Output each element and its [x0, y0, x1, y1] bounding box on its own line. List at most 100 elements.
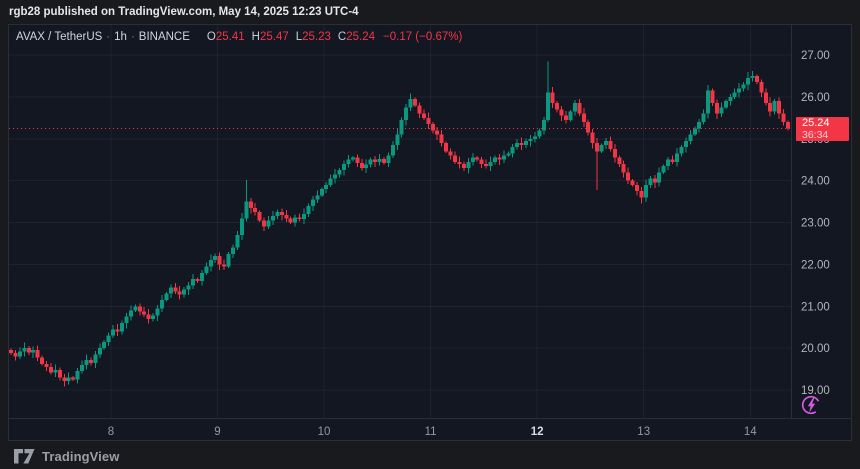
candle-body: [697, 122, 701, 128]
candle-body: [235, 235, 239, 248]
candle-body: [457, 162, 461, 164]
candle-body: [107, 336, 111, 342]
legend-low-value: 25.23: [302, 31, 331, 43]
candle-body: [577, 103, 581, 113]
candle-body: [644, 185, 648, 198]
candle-body: [204, 266, 208, 272]
candle-body: [391, 145, 395, 155]
time-axis[interactable]: 891011121314: [108, 426, 758, 438]
candle-body: [187, 285, 191, 289]
legend-change: −0.17 (−0.67%): [383, 31, 462, 43]
candle-body: [213, 256, 217, 260]
candle-body: [400, 120, 404, 135]
legend-exchange[interactable]: BINANCE: [139, 31, 190, 43]
candle-body: [116, 329, 120, 331]
tradingview-branding[interactable]: TradingView: [14, 444, 119, 469]
candle-body: [378, 159, 382, 162]
candle-body: [444, 143, 448, 151]
candle-body: [502, 156, 506, 160]
candle-body: [750, 76, 754, 78]
legend-high-value: 25.47: [260, 31, 289, 43]
candle-body: [315, 195, 319, 199]
candle-body: [631, 181, 635, 185]
attribution-text: rgb28 published on TradingView.com, May …: [9, 0, 359, 24]
candle-body: [22, 348, 26, 351]
candle-body: [591, 132, 595, 142]
candle-body: [231, 248, 235, 254]
candle-body: [253, 208, 257, 212]
candle-body: [258, 212, 262, 220]
candle-body: [528, 139, 532, 141]
candle-body: [156, 308, 160, 315]
candle-body: [36, 350, 40, 357]
legend-separator: ·: [127, 31, 139, 43]
candle-body: [169, 287, 173, 293]
price-axis[interactable]: 27.0026.0025.0024.0023.0022.0021.0020.00…: [801, 50, 830, 397]
candle-body: [466, 162, 470, 168]
candle-body: [604, 141, 608, 145]
candle-body: [422, 114, 426, 118]
candle-body: [133, 306, 137, 310]
candle-body: [249, 202, 253, 208]
candle-body: [582, 114, 586, 122]
candle-body: [462, 164, 466, 168]
lightning-icon[interactable]: [800, 394, 822, 416]
candle-body: [417, 105, 421, 113]
candle-body: [244, 202, 248, 219]
candle-body: [195, 279, 199, 281]
candle-body: [320, 189, 324, 195]
candle-body: [449, 151, 453, 155]
symbol-legend[interactable]: AVAX / TetherUS·1h·BINANCEO25.41H25.47L2…: [16, 31, 462, 43]
candles-layer: [9, 61, 790, 386]
candle-body: [386, 156, 390, 164]
chart-widget[interactable]: 27.0026.0025.0024.0023.0022.0021.0020.00…: [8, 24, 852, 441]
candle-body: [262, 220, 266, 226]
candle-body: [409, 99, 413, 107]
candle-body: [124, 317, 128, 323]
candle-body: [426, 118, 430, 124]
candle-body: [240, 218, 244, 235]
candle-body: [586, 122, 590, 132]
candle-body: [600, 145, 604, 151]
candle-body: [45, 364, 49, 367]
candle-body: [773, 101, 777, 111]
candle-body: [724, 101, 728, 107]
candle-body: [364, 165, 368, 168]
candle-body: [755, 76, 759, 82]
legend-interval[interactable]: 1h: [114, 31, 127, 43]
price-chart[interactable]: 27.0026.0025.0024.0023.0022.0021.0020.00…: [9, 25, 851, 440]
price-tick-label: 21.00: [801, 301, 830, 313]
legend-symbol[interactable]: AVAX / TetherUS: [16, 31, 102, 43]
snapshot-header: rgb28 published on TradingView.com, May …: [0, 0, 860, 24]
candle-body: [298, 217, 302, 219]
candle-body: [675, 153, 679, 161]
time-tick-label: 14: [744, 426, 757, 438]
candle-body: [80, 365, 84, 371]
candle-body: [98, 348, 102, 354]
candle-body: [342, 164, 346, 170]
price-tick-label: 27.00: [801, 50, 830, 62]
candle-body: [138, 306, 142, 311]
candle-body: [719, 107, 723, 113]
candle-body: [768, 103, 772, 111]
candle-body: [506, 153, 510, 155]
lightning-bolt-glyph: [808, 397, 815, 412]
price-tick-label: 26.00: [801, 92, 830, 104]
candle-body: [666, 160, 670, 166]
candle-body: [475, 158, 479, 160]
candle-body: [191, 279, 195, 285]
candle-body: [413, 99, 417, 105]
candle-body: [648, 179, 652, 185]
candle-body: [49, 367, 53, 372]
candle-body: [333, 174, 337, 178]
legend-ohlc: O25.41H25.47L25.23C25.24: [200, 31, 375, 43]
legend-close-letter: C: [338, 31, 346, 43]
candle-body: [89, 360, 93, 363]
candle-body: [284, 215, 288, 218]
time-tick-label: 12: [531, 426, 544, 438]
legend-open-letter: O: [207, 31, 216, 43]
candle-body: [382, 159, 386, 163]
candle-body: [715, 103, 719, 113]
candle-body: [471, 158, 475, 162]
candle-body: [608, 141, 612, 149]
